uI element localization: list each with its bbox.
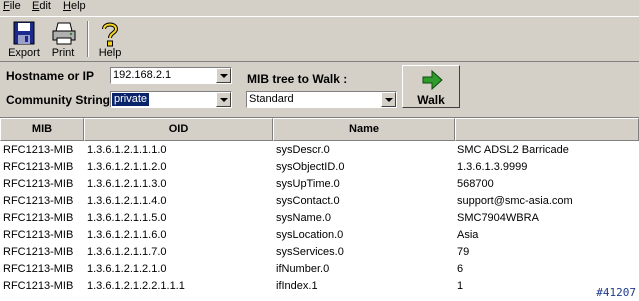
cell-value: SMC7904WBRA	[457, 212, 539, 224]
column-header-name[interactable]: Name	[273, 118, 455, 141]
cell-value: Asia	[457, 229, 479, 241]
walk-button[interactable]: Walk	[402, 65, 460, 108]
cell-name: sysContact.0	[276, 195, 340, 207]
cell-value: 568700	[457, 178, 494, 190]
cell-name: sysDescr.0	[276, 144, 330, 156]
mib-tree-label: MIB tree to Walk :	[247, 72, 348, 86]
cell-oid: 1.3.6.1.2.1.2.2.1.1.1	[87, 280, 185, 292]
cell-name: sysName.0	[276, 212, 332, 224]
image-id-watermark: #41207	[595, 286, 637, 299]
table-row[interactable]: RFC1213-MIB 1.3.6.1.2.1.1.1.0 sysDescr.0 SM…	[0, 142, 639, 159]
cell-mib: RFC1213-MIB	[3, 263, 74, 275]
cell-name: sysUpTime.0	[276, 178, 340, 190]
help-question-icon	[102, 22, 119, 47]
export-button[interactable]: Export	[5, 19, 43, 59]
table-row[interactable]: RFC1213-MIB 1.3.6.1.2.1.1.7.0 sysServices.…	[0, 244, 639, 261]
table-row[interactable]: RFC1213-MIB 1.3.6.1.2.1.1.5.0 sysName.0 SMC…	[0, 210, 639, 227]
results-table[interactable]: MIB OID Name RFC1213-MIB 1.3.6.1.2.1.1.1.…	[0, 117, 639, 301]
export-label: Export	[8, 47, 40, 59]
community-value: private	[112, 93, 150, 106]
mib-tree-value: Standard	[249, 93, 294, 105]
menu-edit-rest: dit	[39, 0, 51, 12]
cell-oid: 1.3.6.1.2.1.2.1.0	[87, 263, 167, 275]
community-label: Community String	[6, 93, 110, 107]
cell-mib: RFC1213-MIB	[3, 178, 74, 190]
help-button[interactable]: Help	[91, 19, 129, 59]
hostname-label: Hostname or IP	[6, 69, 95, 83]
cell-value: SMC ADSL2 Barricade	[457, 144, 569, 156]
cell-name: ifIndex.1	[276, 280, 318, 292]
mib-tree-combo[interactable]: Standard	[246, 91, 397, 108]
table-row[interactable]: RFC1213-MIB 1.3.6.1.2.1.1.3.0 sysUpTime.0 5…	[0, 176, 639, 193]
table-row[interactable]: RFC1213-MIB 1.3.6.1.2.1.1.6.0 sysLocation.…	[0, 227, 639, 244]
print-button[interactable]: Print	[44, 19, 82, 59]
community-combo[interactable]: private	[110, 91, 232, 108]
menu-help-rest: elp	[70, 0, 86, 12]
hostname-dropdown-icon[interactable]	[216, 68, 231, 83]
cell-value: support@smc-asia.com	[457, 195, 573, 207]
community-dropdown-icon[interactable]	[216, 92, 231, 107]
table-header: MIB OID Name	[0, 118, 639, 141]
floppy-disk-icon	[13, 21, 35, 45]
table-row[interactable]: RFC1213-MIB 1.3.6.1.2.1.2.1.0 ifNumber.0 6	[0, 261, 639, 278]
right-arrow-icon	[422, 69, 443, 91]
cell-oid: 1.3.6.1.2.1.1.6.0	[87, 229, 167, 241]
cell-value: 79	[457, 246, 470, 258]
cell-oid: 1.3.6.1.2.1.1.2.0	[87, 161, 167, 173]
table-row[interactable]: RFC1213-MIB 1.3.6.1.2.1.1.2.0 sysObjectID.…	[0, 159, 639, 176]
toolbar: Export Print Help	[0, 16, 639, 62]
cell-oid: 1.3.6.1.2.1.1.4.0	[87, 195, 167, 207]
menu-help-accel: H	[63, 0, 71, 12]
menu-help[interactable]: Help	[63, 0, 86, 13]
cell-mib: RFC1213-MIB	[3, 144, 74, 156]
menu-file-rest: ile	[9, 0, 21, 12]
cell-name: sysServices.0	[276, 246, 344, 258]
menu-file-accel: F	[3, 0, 10, 12]
toolbar-separator	[87, 21, 89, 57]
menu-bar: File Edit Help	[0, 0, 639, 15]
cell-mib: RFC1213-MIB	[3, 280, 74, 292]
cell-name: sysLocation.0	[276, 229, 344, 241]
printer-icon	[52, 22, 76, 45]
menu-file[interactable]: File	[3, 0, 21, 13]
cell-value: 1	[457, 280, 464, 292]
cell-value: 1.3.6.1.3.9999	[457, 161, 528, 173]
table-row[interactable]: RFC1213-MIB 1.3.6.1.2.1.2.2.1.1.1 ifIndex.…	[0, 278, 639, 295]
cell-oid: 1.3.6.1.2.1.1.3.0	[87, 178, 167, 190]
cell-name: ifNumber.0	[276, 263, 330, 275]
menu-edit[interactable]: Edit	[32, 0, 51, 13]
cell-mib: RFC1213-MIB	[3, 229, 74, 241]
cell-value: 6	[457, 263, 464, 275]
cell-mib: RFC1213-MIB	[3, 161, 74, 173]
help-label: Help	[98, 47, 122, 59]
cell-oid: 1.3.6.1.2.1.1.7.0	[87, 246, 167, 258]
cell-name: sysObjectID.0	[276, 161, 345, 173]
table-row[interactable]: RFC1213-MIB 1.3.6.1.2.1.1.4.0 sysContact.0…	[0, 193, 639, 210]
mib-tree-dropdown-icon[interactable]	[381, 92, 396, 107]
hostname-value: 192.168.2.1	[113, 69, 172, 81]
cell-oid: 1.3.6.1.2.1.1.1.0	[87, 144, 167, 156]
hostname-combo[interactable]: 192.168.2.1	[110, 67, 232, 84]
print-label: Print	[51, 47, 75, 59]
cell-mib: RFC1213-MIB	[3, 195, 74, 207]
column-header-oid[interactable]: OID	[84, 118, 273, 141]
cell-mib: RFC1213-MIB	[3, 246, 74, 258]
cell-mib: RFC1213-MIB	[3, 212, 74, 224]
column-header-value[interactable]	[455, 118, 639, 141]
cell-oid: 1.3.6.1.2.1.1.5.0	[87, 212, 167, 224]
walk-label: Walk	[417, 93, 445, 107]
column-header-mib[interactable]: MIB	[0, 118, 84, 141]
